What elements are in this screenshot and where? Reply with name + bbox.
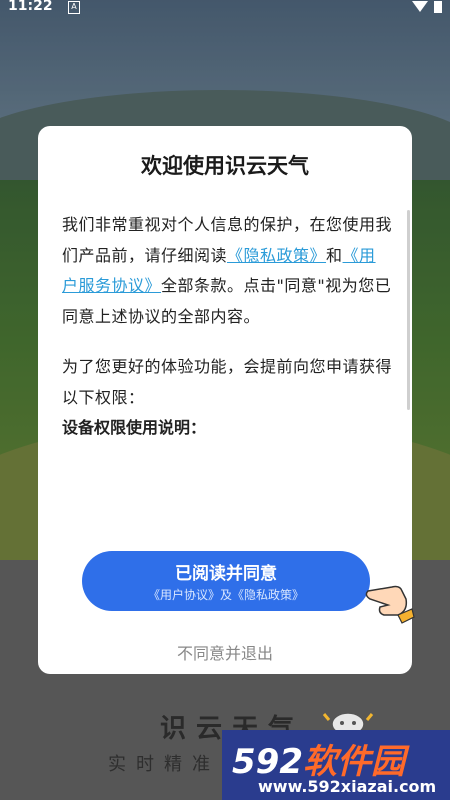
- permission-paragraph: 为了您更好的体验功能，会提前向您申请获得以下权限：: [62, 357, 393, 407]
- status-bar: 11:22 A: [0, 0, 450, 16]
- policy-text-and: 和: [326, 245, 343, 265]
- policy-paragraph: 我们非常重视对个人信息的保护，在您使用我们产品前，请仔细阅读《隐私政策》和《用户…: [62, 210, 392, 332]
- dialog-content: 我们非常重视对个人信息的保护，在您使用我们产品前，请仔细阅读《隐私政策》和《用户…: [62, 210, 392, 444]
- watermark-number: 592: [232, 742, 303, 782]
- watermark: 592软件园 www.592xiazai.com: [222, 730, 450, 800]
- agree-button[interactable]: 已阅读并同意 《用户协议》及《隐私政策》: [82, 551, 415, 624]
- pointing-hand-icon: [365, 585, 415, 624]
- status-time: 11:22: [8, 0, 53, 14]
- privacy-dialog: 欢迎使用识云天气 我们非常重视对个人信息的保护，在您使用我们产品前，请仔细阅读《…: [38, 126, 415, 674]
- decline-button[interactable]: 不同意并退出: [38, 640, 412, 664]
- privacy-policy-link[interactable]: 《隐私政策》: [227, 246, 326, 265]
- watermark-text: 软件园: [302, 742, 405, 782]
- scrollbar[interactable]: [407, 210, 410, 410]
- wifi-icon: [412, 1, 428, 12]
- dialog-title: 欢迎使用识云天气: [141, 154, 309, 178]
- permissions-heading: 设备权限使用说明：: [62, 418, 207, 437]
- agree-button-sublabel: 《用户协议》及《隐私政策》: [147, 588, 304, 602]
- agree-button-label: 已阅读并同意: [175, 564, 277, 584]
- a-notification-icon: A: [68, 1, 80, 14]
- watermark-url: www.592xiazai.com: [258, 777, 437, 796]
- app-slogan: 实时精准: [108, 754, 220, 775]
- battery-icon: [434, 1, 442, 13]
